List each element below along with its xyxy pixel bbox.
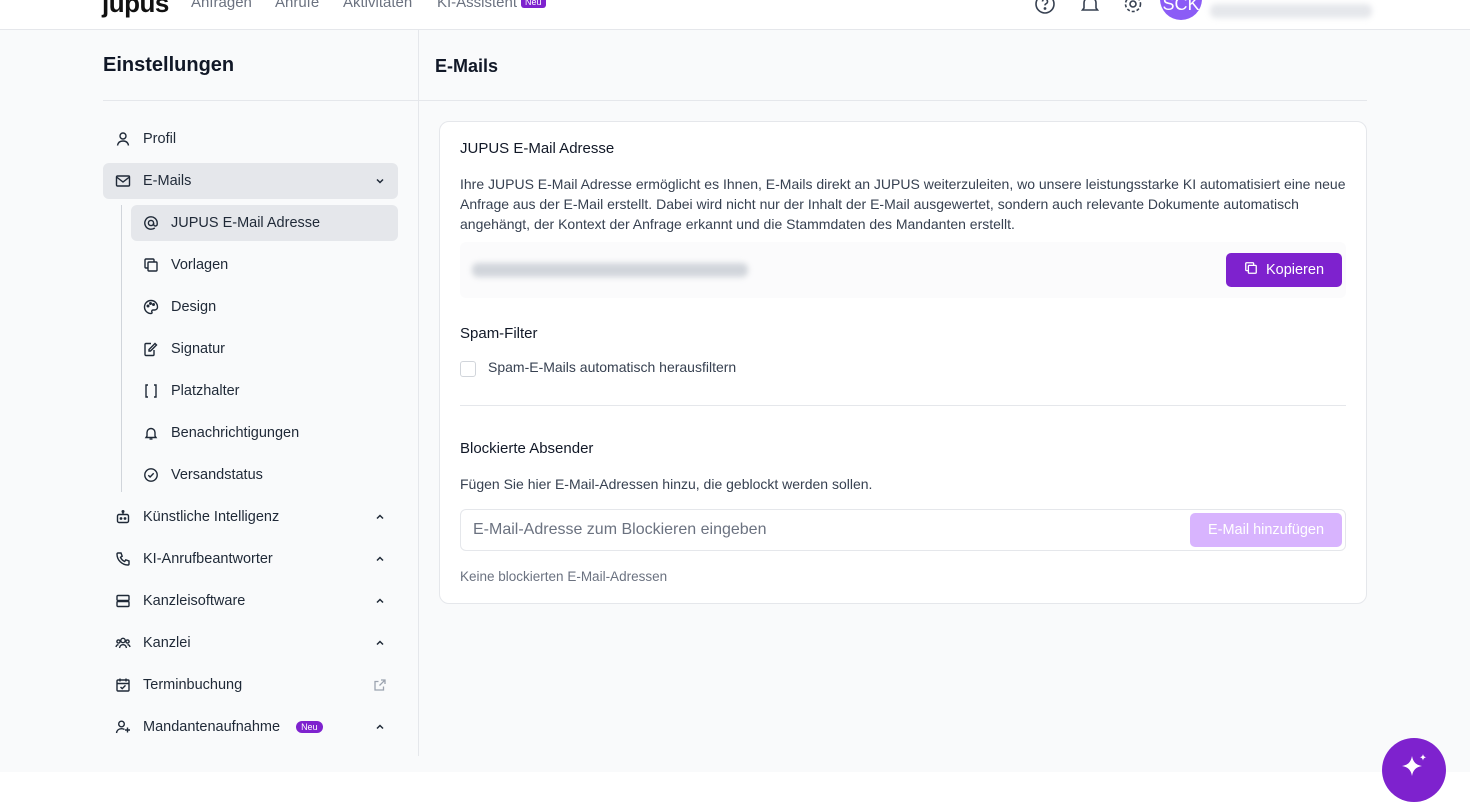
sidebar-subitem-signatur[interactable]: Signatur [131, 331, 398, 367]
add-email-button[interactable]: E-Mail hinzufügen [1190, 513, 1342, 547]
sidebar-subitem-platzhalter[interactable]: Platzhalter [131, 373, 398, 409]
sidebar-subitem-benachrichtigungen[interactable]: Benachrichtigungen [131, 415, 398, 451]
user-avatar[interactable]: SCK [1160, 0, 1202, 20]
sparkle-icon [1397, 751, 1431, 790]
nav-aktivitaeten[interactable]: Aktivitäten [343, 0, 412, 11]
spam-filter-checkbox-label[interactable]: Spam-E-Mails automatisch herausfiltern [488, 359, 736, 375]
sidebar-item-label: Kanzlei [143, 635, 191, 651]
sidebar-item-label: Künstliche Intelligenz [143, 509, 280, 525]
sidebar-subitem-label: JUPUS E-Mail Adresse [171, 215, 321, 231]
top-navigation-bar: jupus Anfragen Anrufe Aktivitäten KI-Ass… [0, 0, 1470, 30]
sidebar-item-ki-anrufbeantworter[interactable]: KI-Anrufbeantworter [103, 541, 398, 577]
robot-icon [115, 509, 131, 525]
palette-icon [143, 299, 159, 315]
chevron-up-icon [374, 553, 386, 565]
sidebar-subitem-label: Design [171, 299, 217, 315]
sidebar-item-terminbuchung[interactable]: Terminbuchung [103, 667, 398, 703]
blocked-senders-heading: Blockierte Absender [460, 440, 594, 457]
jupus-email-address-field [460, 242, 1346, 298]
nav-ki-assistent-label: KI-Assistent [437, 0, 518, 11]
sidebar-subitem-label: Vorlagen [171, 257, 229, 273]
server-icon [115, 593, 131, 609]
block-email-input-group: E-Mail hinzufügen [460, 509, 1346, 551]
sidebar-item-label: KI-Anrufbeantworter [143, 551, 273, 567]
submenu-guide-line [121, 205, 122, 492]
new-badge: Neu [296, 721, 323, 733]
team-icon [115, 635, 131, 651]
sidebar-divider [103, 100, 418, 101]
sidebar-subitem-vorlagen[interactable]: Vorlagen [131, 247, 398, 283]
sidebar-subitem-label: Platzhalter [171, 383, 240, 399]
sidebar-item-profil[interactable]: Profil [103, 121, 398, 157]
copy-button-label: Kopieren [1265, 262, 1325, 278]
sidebar-title: Einstellungen [103, 54, 235, 76]
sidebar-item-kanzleisoftware[interactable]: Kanzleisoftware [103, 583, 398, 619]
sidebar-item-label: Terminbuchung [143, 677, 243, 693]
sidebar-subitem-jupus-email[interactable]: JUPUS E-Mail Adresse [131, 205, 398, 241]
sidebar-item-label: Mandantenaufnahme [143, 719, 281, 735]
chevron-up-icon [374, 721, 386, 733]
sidebar-item-label: Kanzleisoftware [143, 593, 246, 609]
blocked-emails-empty-state: Keine blockierten E-Mail-Adressen [460, 569, 668, 584]
jupus-email-description: Ihre JUPUS E-Mail Adresse ermöglicht es … [460, 176, 1346, 232]
sidebar-subitem-label: Versandstatus [171, 467, 263, 483]
gear-icon[interactable] [1121, 0, 1145, 16]
help-icon[interactable] [1033, 0, 1057, 16]
bell-icon[interactable] [1078, 0, 1102, 16]
at-icon [143, 215, 159, 231]
copy-icon [1244, 261, 1258, 279]
blurred-user-name[interactable] [1210, 4, 1372, 18]
jupus-email-heading: JUPUS E-Mail Adresse [460, 140, 615, 157]
sidebar-item-label: E-Mails [143, 173, 192, 189]
ai-assistant-button[interactable] [1382, 738, 1446, 802]
sidebar-subitem-design[interactable]: Design [131, 289, 398, 325]
page-footer-area [0, 772, 1470, 802]
copy-button[interactable]: Kopieren [1226, 253, 1342, 287]
page-title: E-Mails [435, 56, 499, 76]
nav-ki-assistent[interactable]: KI-Assistent Neu [437, 0, 546, 11]
sidebar-subitem-versandstatus[interactable]: Versandstatus [131, 457, 398, 493]
vertical-divider [418, 30, 419, 756]
user-icon [115, 131, 131, 147]
sidebar-item-kanzlei[interactable]: Kanzlei [103, 625, 398, 661]
block-email-input[interactable] [473, 518, 1173, 542]
chevron-up-icon [374, 595, 386, 607]
user-plus-icon [115, 719, 131, 735]
bell-icon [143, 425, 159, 441]
copy-icon [143, 257, 159, 273]
sidebar-subitem-label: Benachrichtigungen [171, 425, 300, 441]
signature-icon [143, 341, 159, 357]
nav-anrufe[interactable]: Anrufe [275, 0, 319, 11]
jupus-logo[interactable]: jupus [102, 0, 169, 19]
spam-filter-heading: Spam-Filter [460, 325, 538, 342]
check-circle-icon [143, 467, 159, 483]
section-divider [460, 405, 1346, 406]
chevron-up-icon [374, 637, 386, 649]
new-badge: Neu [521, 0, 546, 8]
nav-anfragen[interactable]: Anfragen [191, 0, 252, 11]
external-link-icon [373, 678, 387, 692]
sidebar-subitem-label: Signatur [171, 341, 226, 357]
sidebar-item-emails[interactable]: E-Mails [103, 163, 398, 199]
sidebar-item-label: Profil [143, 131, 177, 147]
settings-page: Einstellungen E-Mails Profil E-Mails JUP… [0, 30, 1470, 772]
sidebar-item-mandantenaufnahme[interactable]: Mandantenaufnahme Neu [103, 709, 398, 745]
email-settings-card: JUPUS E-Mail Adresse Ihre JUPUS E-Mail A… [439, 121, 1367, 604]
main-divider [419, 100, 1367, 101]
brackets-icon [143, 383, 159, 399]
spam-filter-checkbox[interactable] [460, 361, 476, 377]
calendar-check-icon [115, 677, 131, 693]
chevron-up-icon [374, 511, 386, 523]
chevron-down-icon [374, 175, 386, 187]
blocked-senders-description: Fügen Sie hier E-Mail-Adressen hinzu, di… [460, 476, 873, 492]
phone-icon [115, 551, 131, 567]
blurred-email-address [472, 263, 748, 277]
sidebar-item-kuenstliche-intelligenz[interactable]: Künstliche Intelligenz [103, 499, 398, 535]
mail-icon [115, 173, 131, 189]
